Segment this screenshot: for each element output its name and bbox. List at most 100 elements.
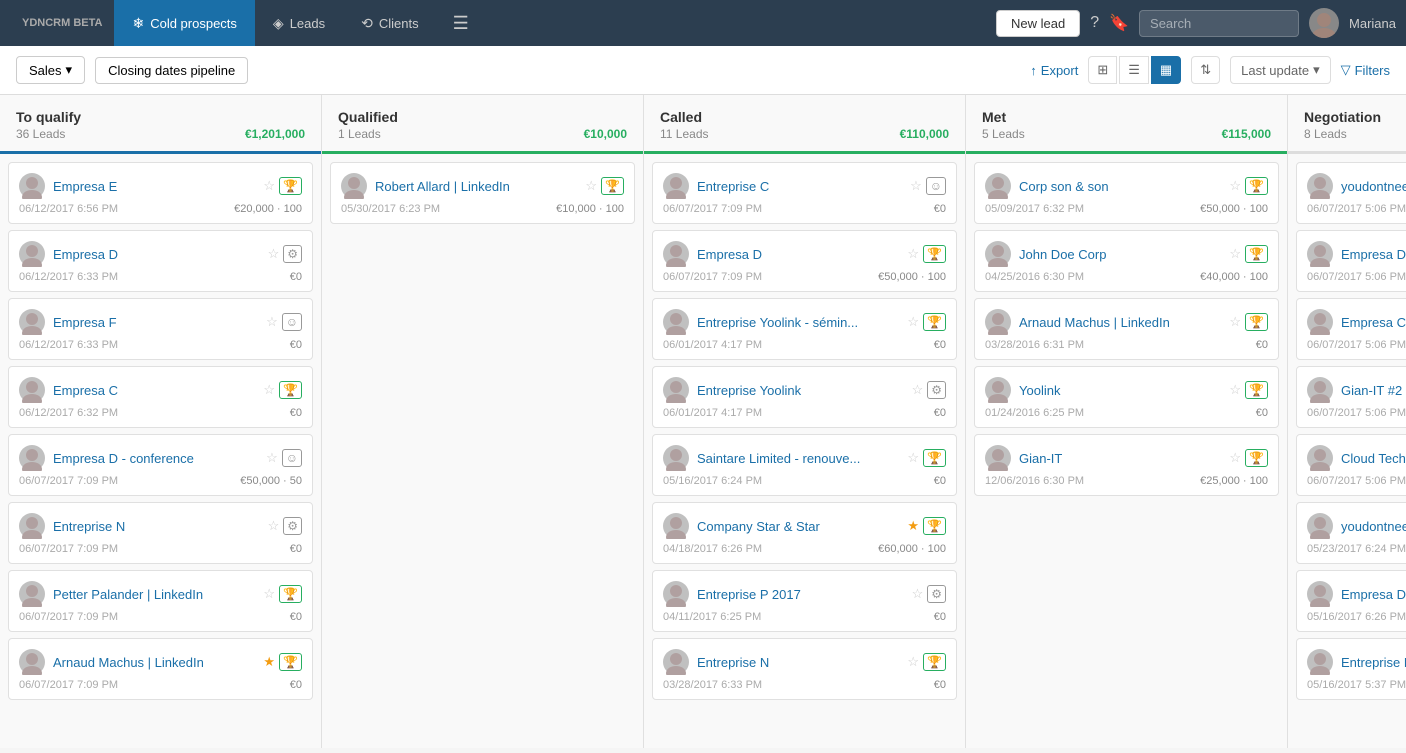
gear-icon[interactable]: ⚙ [283, 517, 302, 535]
card-name[interactable]: Saintare Limited - renouve... [697, 451, 899, 466]
trophy-icon[interactable]: 🏆 [279, 585, 302, 603]
last-update-button[interactable]: Last update ▾ [1230, 56, 1330, 84]
star-icon[interactable]: ★ [907, 518, 919, 534]
trophy-icon[interactable]: 🏆 [923, 449, 946, 467]
card-name[interactable]: Company Star & Star [697, 519, 899, 534]
card-name[interactable]: Entreprise Yoolink [697, 383, 904, 398]
trophy-icon[interactable]: 🏆 [279, 381, 302, 399]
card-name[interactable]: Entreprise N [53, 519, 260, 534]
smiley-icon[interactable]: ☺ [282, 313, 302, 331]
card-name[interactable]: Entreprise P 2017 [697, 587, 904, 602]
table-row[interactable]: Empresa C ☆ 06/07/2017 5:06 PM €0 [1296, 298, 1406, 360]
table-row[interactable]: Arnaud Machus | LinkedIn ★ 🏆 06/07/2017 … [8, 638, 313, 700]
trophy-icon[interactable]: 🏆 [923, 313, 946, 331]
card-name[interactable]: Entreprise C [697, 179, 902, 194]
table-row[interactable]: Empresa C ☆ 🏆 06/12/2017 6:32 PM €0 [8, 366, 313, 428]
table-row[interactable]: Saintare Limited - renouve... ☆ 🏆 05/16/… [652, 434, 957, 496]
avatar[interactable] [1309, 8, 1339, 38]
table-row[interactable]: Empresa D ☆ 06/07/2017 5:06 PM €0 [1296, 230, 1406, 292]
trophy-icon[interactable]: 🏆 [1245, 449, 1268, 467]
card-name[interactable]: Entreprise N [697, 655, 899, 670]
table-row[interactable]: Entreprise N ☆ ⚙ 06/07/2017 7:09 PM €0 [8, 502, 313, 564]
table-row[interactable]: youdontneedacrm ☆ 06/07/2017 5:06 PM €0 [1296, 162, 1406, 224]
star-icon[interactable]: ☆ [907, 246, 919, 262]
table-row[interactable]: youdontneedacrm ☆ 05/23/2017 6:24 PM €0 [1296, 502, 1406, 564]
card-name[interactable]: youdontneedacrm [1341, 179, 1406, 194]
trophy-icon[interactable]: 🏆 [1245, 313, 1268, 331]
list-view-button[interactable]: ☰ [1119, 56, 1149, 84]
gear-icon[interactable]: ⚙ [283, 245, 302, 263]
tab-cold-prospects[interactable]: ❄ Cold prospects [114, 0, 254, 46]
table-row[interactable]: Petter Palander | LinkedIn ☆ 🏆 06/07/201… [8, 570, 313, 632]
star-icon[interactable]: ☆ [1229, 450, 1241, 466]
filters-button[interactable]: ▽ Filters [1341, 62, 1390, 78]
card-name[interactable]: Empresa D [697, 247, 899, 262]
table-row[interactable]: Empresa D - conference ☆ ☺ 06/07/2017 7:… [8, 434, 313, 496]
card-name[interactable]: Empresa D [1341, 247, 1406, 262]
export-button[interactable]: ↑ Export [1030, 63, 1078, 78]
card-name[interactable]: Empresa C [53, 383, 255, 398]
trophy-icon[interactable]: 🏆 [1245, 177, 1268, 195]
help-icon[interactable]: ? [1090, 14, 1099, 32]
star-icon[interactable]: ☆ [907, 654, 919, 670]
bookmark-icon[interactable]: 🔖 [1109, 13, 1129, 33]
table-row[interactable]: Company Star & Star ★ 🏆 04/18/2017 6:26 … [652, 502, 957, 564]
pipeline-filter-button[interactable]: Closing dates pipeline [95, 57, 248, 84]
star-icon[interactable]: ☆ [263, 586, 275, 602]
card-name[interactable]: Robert Allard | LinkedIn [375, 179, 577, 194]
card-name[interactable]: Corp son & son [1019, 179, 1221, 194]
card-name[interactable]: youdontneedacrm [1341, 519, 1406, 534]
star-icon[interactable]: ☆ [912, 586, 924, 602]
card-name[interactable]: Petter Palander | LinkedIn [53, 587, 255, 602]
table-row[interactable]: Entreprise Yoolink ☆ ⚙ 06/01/2017 4:17 P… [652, 366, 957, 428]
card-name[interactable]: Empresa D [1341, 587, 1406, 602]
table-row[interactable]: Entreprise P 2017 ☆ ⚙ 04/11/2017 6:25 PM… [652, 570, 957, 632]
star-icon[interactable]: ☆ [907, 314, 919, 330]
star-icon[interactable]: ★ [263, 654, 275, 670]
star-icon[interactable]: ☆ [907, 450, 919, 466]
smiley-icon[interactable]: ☺ [282, 449, 302, 467]
star-icon[interactable]: ☆ [268, 518, 280, 534]
star-icon[interactable]: ☆ [910, 178, 922, 194]
kanban-view-button[interactable]: ▦ [1151, 56, 1181, 84]
star-icon[interactable]: ☆ [1229, 314, 1241, 330]
table-row[interactable]: Cloud Technology ☆ 06/07/2017 5:06 PM €0 [1296, 434, 1406, 496]
star-icon[interactable]: ☆ [1229, 178, 1241, 194]
trophy-icon[interactable]: 🏆 [601, 177, 624, 195]
table-row[interactable]: Entreprise N ☆ 🏆 03/28/2017 6:33 PM €0 [652, 638, 957, 700]
star-icon[interactable]: ☆ [266, 314, 278, 330]
sales-filter-button[interactable]: Sales ▾ [16, 56, 85, 84]
sort-button[interactable]: ⇅ [1191, 56, 1220, 84]
card-name[interactable]: Gian-IT #2 [1341, 383, 1406, 398]
new-lead-button[interactable]: New lead [996, 10, 1080, 37]
grid-view-button[interactable]: ⊞ [1088, 56, 1117, 84]
trophy-icon[interactable]: 🏆 [923, 653, 946, 671]
table-row[interactable]: Empresa D ☆ ⚙ 06/12/2017 6:33 PM €0 [8, 230, 313, 292]
trophy-icon[interactable]: 🏆 [1245, 381, 1268, 399]
card-name[interactable]: Yoolink [1019, 383, 1221, 398]
card-name[interactable]: Gian-IT [1019, 451, 1221, 466]
table-row[interactable]: Entreprise K ☆ 05/16/2017 5:37 PM €0 [1296, 638, 1406, 700]
card-name[interactable]: Entreprise K [1341, 655, 1406, 670]
card-name[interactable]: Empresa E [53, 179, 255, 194]
trophy-icon[interactable]: 🏆 [279, 177, 302, 195]
star-icon[interactable]: ☆ [1229, 382, 1241, 398]
table-row[interactable]: Empresa D ☆ 🏆 06/07/2017 7:09 PM €50,000… [652, 230, 957, 292]
card-name[interactable]: Empresa D [53, 247, 260, 262]
card-name[interactable]: John Doe Corp [1019, 247, 1221, 262]
trophy-icon[interactable]: 🏆 [1245, 245, 1268, 263]
star-icon[interactable]: ☆ [263, 382, 275, 398]
table-row[interactable]: Entreprise Yoolink - sémin... ☆ 🏆 06/01/… [652, 298, 957, 360]
gear-icon[interactable]: ⚙ [927, 381, 946, 399]
star-icon[interactable]: ☆ [268, 246, 280, 262]
table-row[interactable]: Empresa F ☆ ☺ 06/12/2017 6:33 PM €0 [8, 298, 313, 360]
table-row[interactable]: Gian-IT ☆ 🏆 12/06/2016 6:30 PM €25,000 ·… [974, 434, 1279, 496]
star-icon[interactable]: ☆ [912, 382, 924, 398]
table-row[interactable]: Empresa D ☆ 05/16/2017 6:26 PM €0 [1296, 570, 1406, 632]
card-name[interactable]: Empresa C [1341, 315, 1406, 330]
table-row[interactable]: Gian-IT #2 ☆ 06/07/2017 5:06 PM €0 [1296, 366, 1406, 428]
star-icon[interactable]: ☆ [266, 450, 278, 466]
trophy-icon[interactable]: 🏆 [923, 517, 946, 535]
table-row[interactable]: John Doe Corp ☆ 🏆 04/25/2016 6:30 PM €40… [974, 230, 1279, 292]
tab-leads[interactable]: ◈ Leads [255, 0, 343, 46]
